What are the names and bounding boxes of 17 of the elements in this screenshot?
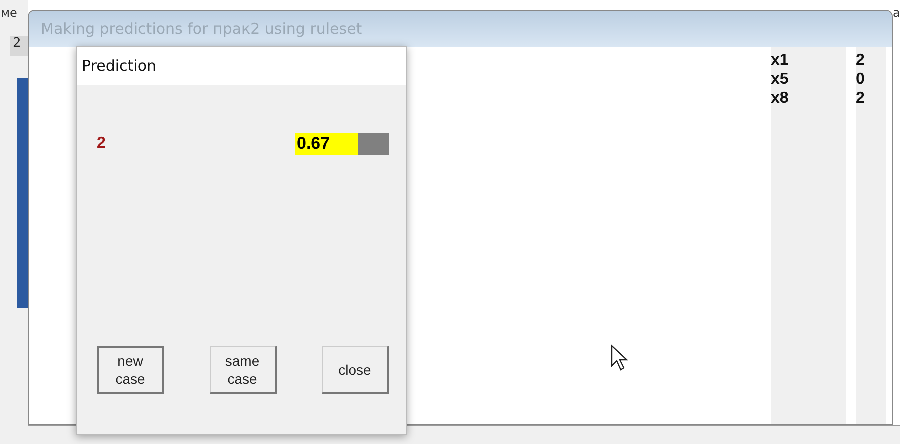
attribute-value: 0 xyxy=(856,70,866,89)
dialog-button[interactable]: same case xyxy=(210,346,276,394)
dialog-button[interactable]: close xyxy=(322,346,389,394)
dialog-button[interactable]: new case xyxy=(97,346,164,394)
table-cell: 2 xyxy=(10,36,28,56)
mouse-pointer-icon xyxy=(610,344,630,374)
dialog-title: Prediction xyxy=(82,57,157,75)
attribute-value: 2 xyxy=(856,51,866,70)
menu-text: ме xyxy=(1,6,18,20)
attribute-value: 2 xyxy=(856,89,866,108)
predicted-class: 2 xyxy=(97,135,106,153)
attribute-name: x1 xyxy=(771,51,790,70)
attribute-name: x5 xyxy=(771,70,790,89)
menu-text: a xyxy=(893,6,900,20)
attribute-name: x8 xyxy=(771,89,790,108)
window-title: Making predictions for прак2 using ruleset xyxy=(41,20,362,38)
confidence-value: 0.67 xyxy=(297,134,330,154)
